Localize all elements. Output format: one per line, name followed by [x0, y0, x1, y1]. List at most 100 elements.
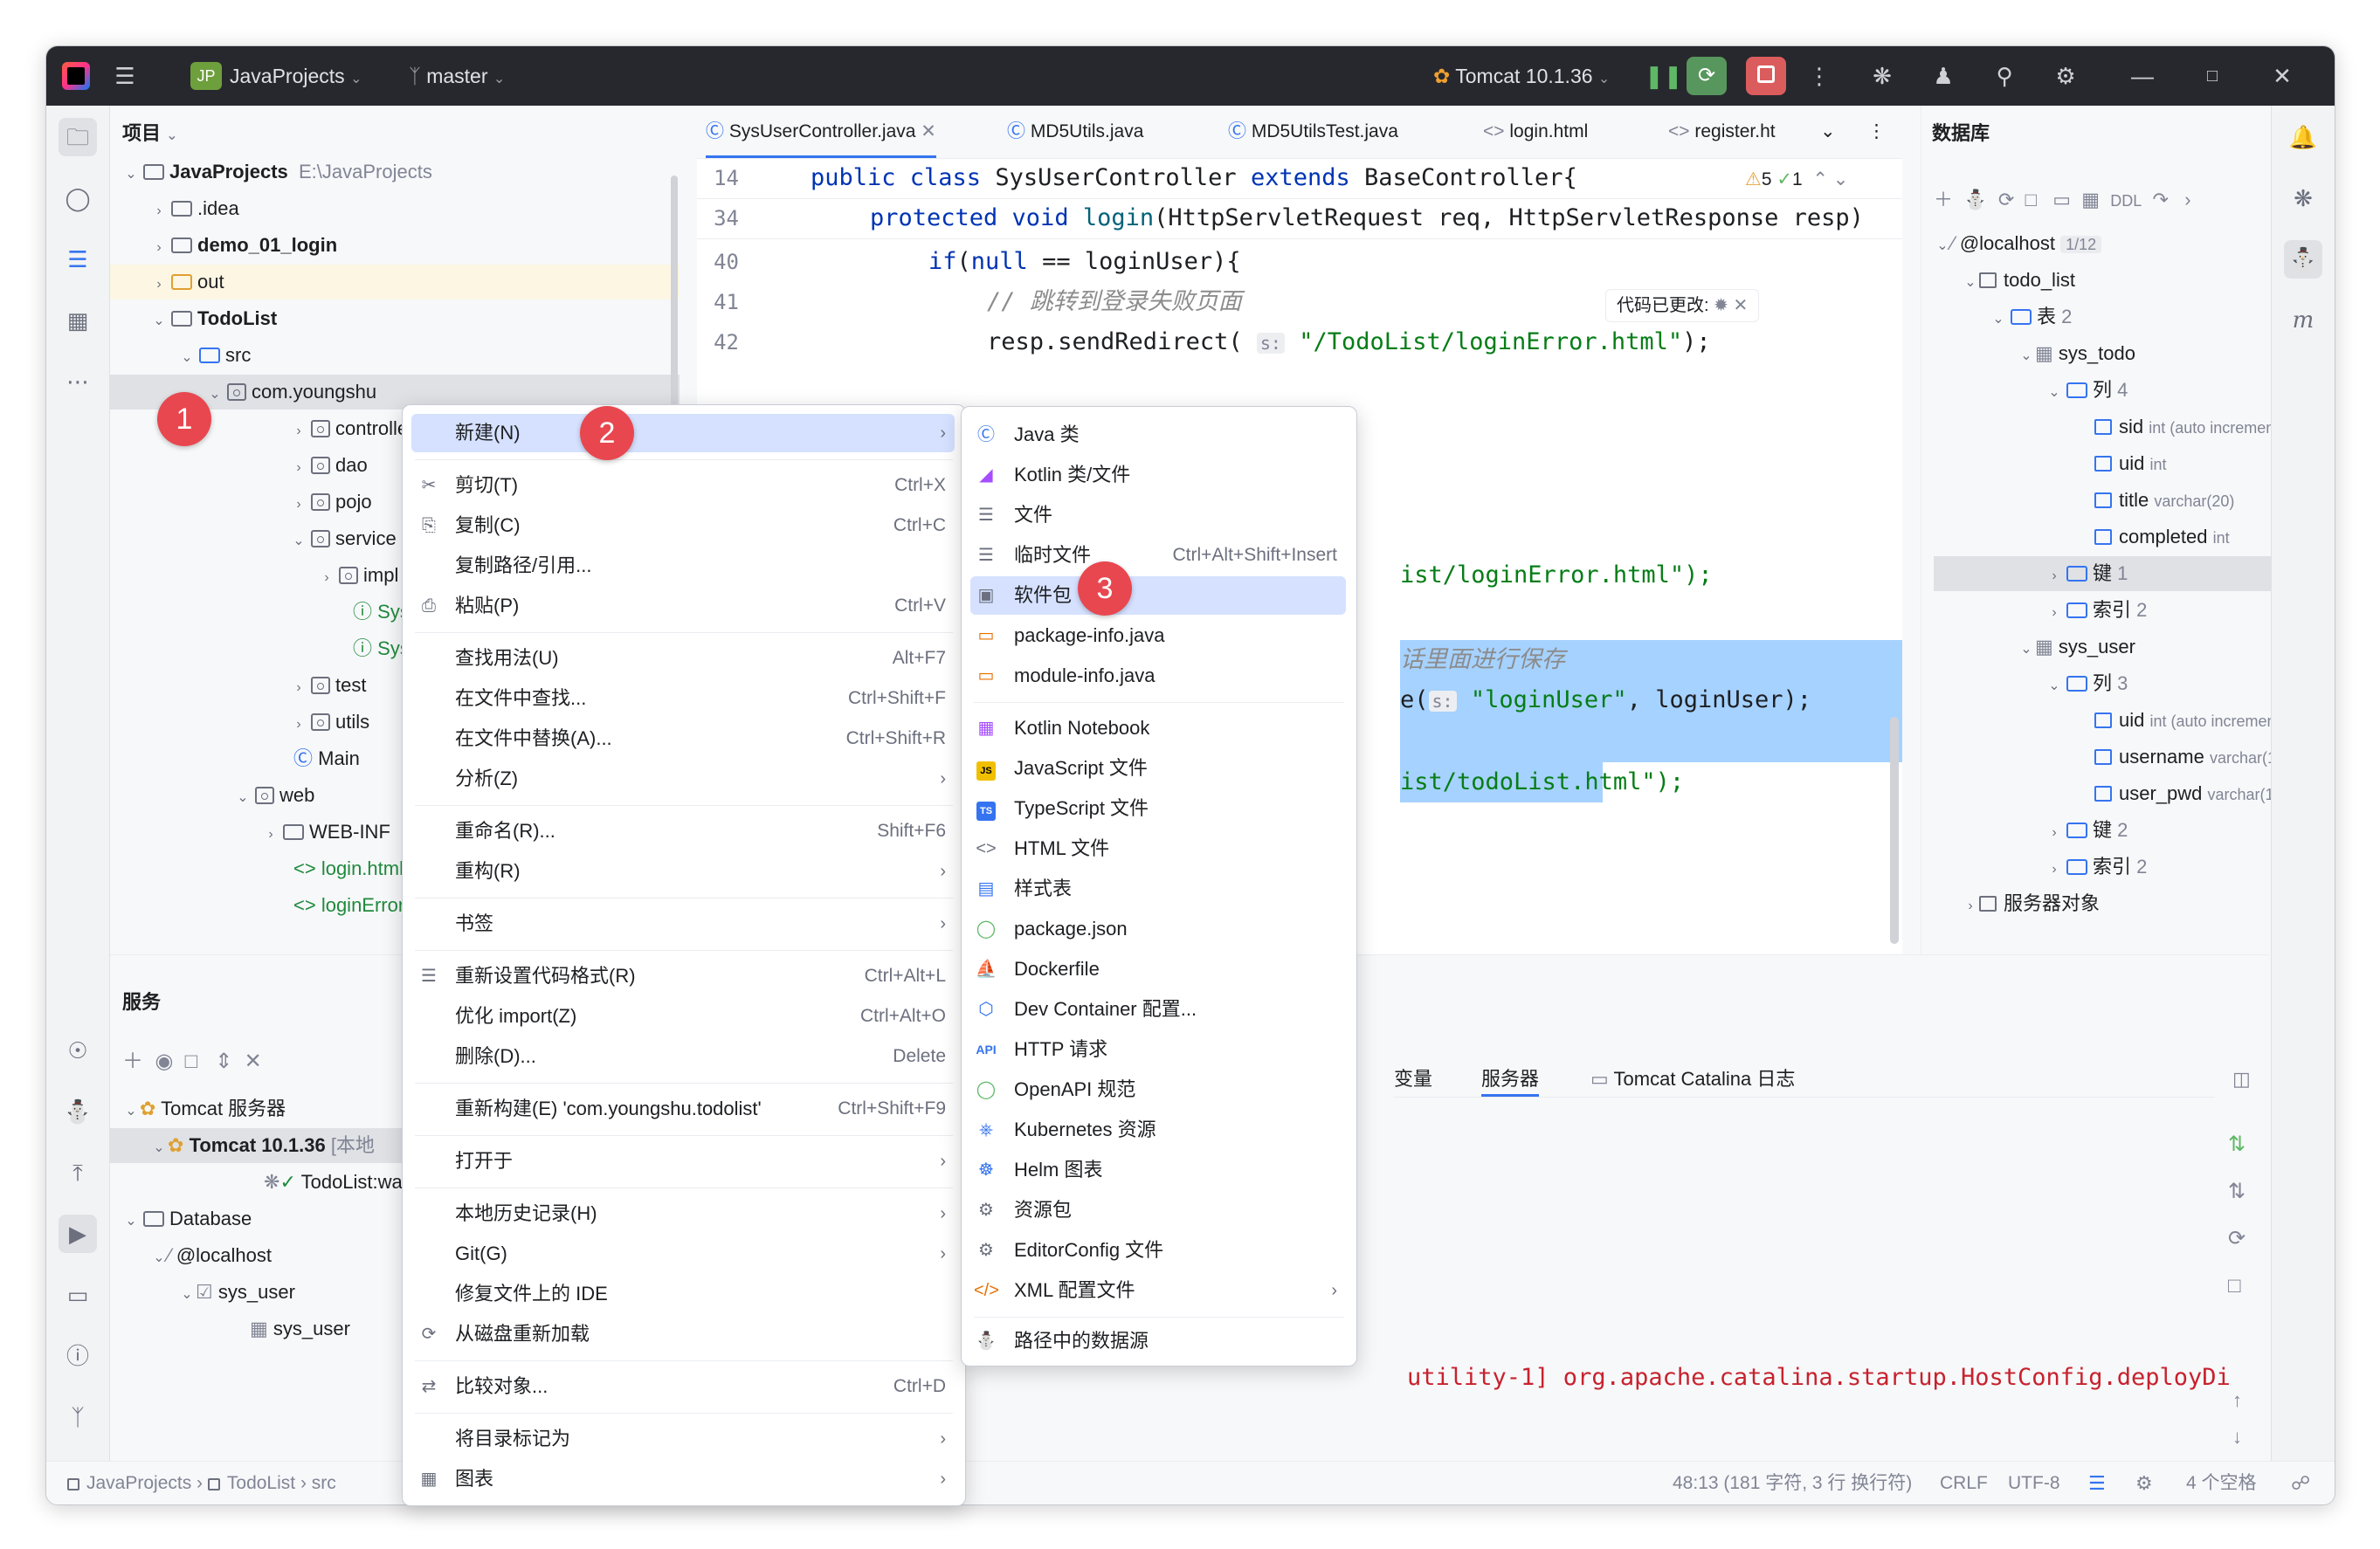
- menu-item-local-history[interactable]: 本地历史记录(H): [455, 1194, 597, 1233]
- problems-icon[interactable]: ⓘ: [59, 1337, 97, 1375]
- submenu-item-javascript[interactable]: JavaScript 文件: [1014, 749, 1148, 788]
- database-tool-icon[interactable]: ⛄: [2284, 240, 2322, 279]
- svc-tab-server[interactable]: 服务器: [1481, 1062, 1540, 1097]
- tree-item-demo01[interactable]: › demo_01_login: [150, 228, 337, 263]
- expand-all-icon[interactable]: ⇕: [215, 1050, 232, 1073]
- menu-item-rebuild[interactable]: 重新构建(E) 'com.youngshu.todolist': [455, 1090, 762, 1128]
- db-table-sys-todo[interactable]: ⌄ ▦ sys_todo: [2018, 336, 2135, 371]
- editor-scrollbar[interactable]: [1890, 717, 1899, 944]
- tree-item-todolist[interactable]: ⌄ TodoList: [150, 301, 277, 336]
- menu-item-refactor[interactable]: 重构(R): [455, 852, 521, 891]
- tree-item-login-html[interactable]: <> login.html: [293, 851, 404, 886]
- terminal-icon[interactable]: ▭: [59, 1276, 97, 1314]
- tree-item-test[interactable]: › test: [290, 668, 366, 703]
- code-fragment[interactable]: ist/todoList.html");: [1400, 762, 1684, 802]
- submenu-item-kotlin[interactable]: Kotlin 类/文件: [1014, 456, 1130, 494]
- tree-item-main[interactable]: Ⓒ Main: [293, 741, 360, 776]
- menu-item-copy[interactable]: 复制(C): [455, 506, 521, 545]
- code-fragment[interactable]: 话里面进行保存: [1400, 640, 1565, 680]
- submenu-item-html[interactable]: HTML 文件: [1014, 830, 1109, 868]
- table-icon[interactable]: ▦: [2081, 189, 2100, 210]
- db-column[interactable]: uid int: [2094, 446, 2167, 481]
- submenu-item-dockerfile[interactable]: Dockerfile: [1014, 950, 1100, 988]
- more-chevron-icon[interactable]: ›: [2184, 189, 2190, 210]
- read-only-lock-icon[interactable]: ☍: [2291, 1466, 2310, 1501]
- tree-item-impl[interactable]: › impl: [318, 558, 398, 593]
- submenu-item-typescript[interactable]: TypeScript 文件: [1014, 789, 1149, 828]
- scroll-up-icon[interactable]: ↑: [2232, 1383, 2242, 1418]
- menu-item-reformat[interactable]: 重新设置代码格式(R): [455, 957, 636, 995]
- tab-login-html[interactable]: <> login.html: [1483, 106, 1588, 158]
- code-line[interactable]: resp.sendRedirect( s: "/TodoList/loginEr…: [987, 322, 1711, 363]
- submenu-item-http-request[interactable]: HTTP 请求: [1014, 1030, 1107, 1069]
- tree-item-dao[interactable]: › dao: [290, 448, 367, 483]
- add-service-icon[interactable]: ＋: [122, 1050, 143, 1073]
- scroll-down-icon[interactable]: ↓: [2232, 1420, 2242, 1455]
- submenu-item-package[interactable]: 软件包: [1014, 576, 1072, 615]
- db-keys-folder[interactable]: › 键 2: [2045, 813, 2128, 848]
- tree-item-src[interactable]: ⌄ src: [178, 338, 251, 373]
- db-column[interactable]: completed int: [2094, 520, 2230, 554]
- db-columns-folder[interactable]: ⌄ 列 4: [2045, 373, 2128, 408]
- menu-item-copy-path[interactable]: 复制路径/引用...: [455, 547, 591, 585]
- tree-item-controller[interactable]: › controller: [290, 411, 414, 446]
- undeploy-icon[interactable]: ⇅: [2228, 1168, 2245, 1215]
- deploy-icon[interactable]: ⇅: [2228, 1121, 2245, 1168]
- open-browser-icon[interactable]: □: [2228, 1263, 2245, 1310]
- svc-artifact[interactable]: ❋✓ TodoList:war e: [264, 1165, 424, 1200]
- more-actions-icon[interactable]: ⋮: [1802, 59, 1837, 93]
- submenu-item-stylesheet[interactable]: 样式表: [1014, 870, 1072, 908]
- db-index-folder[interactable]: › 索引 2: [2045, 593, 2147, 628]
- submenu-item-helm[interactable]: Helm 图表: [1014, 1151, 1102, 1189]
- layout-toggle-icon[interactable]: ◫: [2232, 1062, 2251, 1097]
- settings-gear-icon[interactable]: ⚙: [2048, 59, 2083, 93]
- ai-chat-icon[interactable]: ❋: [2284, 179, 2322, 217]
- db-server-objects[interactable]: › 服务器对象: [1962, 886, 2100, 921]
- menu-item-compare[interactable]: 比较对象...: [455, 1367, 548, 1406]
- submenu-item-openapi[interactable]: OpenAPI 规范: [1014, 1071, 1135, 1109]
- branch-switcher[interactable]: ᛉ master ⌄: [409, 46, 505, 106]
- schema-icon[interactable]: □: [2025, 189, 2037, 210]
- submenu-item-resource-bundle[interactable]: 资源包: [1014, 1191, 1072, 1229]
- project-tool-icon[interactable]: 🗀: [59, 118, 97, 156]
- menu-item-mark-directory[interactable]: 将目录标记为: [455, 1420, 570, 1458]
- svc-tab-variables[interactable]: 变量: [1394, 1062, 1432, 1097]
- refresh-icon[interactable]: ⟳: [2228, 1215, 2245, 1263]
- tree-item-pojo[interactable]: › pojo: [290, 485, 371, 520]
- menu-item-git[interactable]: Git(G): [455, 1235, 507, 1273]
- svc-localhost[interactable]: ⌄ ⁄ @localhost: [150, 1238, 272, 1273]
- db-column[interactable]: uid int (auto increment): [2094, 703, 2286, 738]
- menu-item-rename[interactable]: 重命名(R)...: [455, 812, 555, 850]
- tree-item-service[interactable]: ⌄ service: [290, 521, 396, 556]
- add-icon[interactable]: ＋: [1934, 189, 1953, 210]
- pause-icon[interactable]: ❚❚: [1645, 59, 1683, 93]
- code-fragment[interactable]: ist/loginError.html");: [1400, 555, 1713, 596]
- jump-icon[interactable]: ↷: [2153, 189, 2169, 210]
- tree-item-utils[interactable]: › utils: [290, 705, 369, 740]
- main-menu-icon[interactable]: ☰: [107, 59, 142, 93]
- submenu-item-package-json[interactable]: package.json: [1014, 910, 1128, 948]
- svc-tab-catalina-log[interactable]: ▭ Tomcat Catalina 日志: [1590, 1062, 1795, 1097]
- inspection-widget[interactable]: ⚠5 ✓1 ⌃ ⌄: [1745, 162, 1848, 197]
- tab-sysusercontroller[interactable]: Ⓒ SysUserController.java ✕: [706, 106, 936, 158]
- file-encoding[interactable]: UTF-8: [2008, 1466, 2060, 1501]
- menu-item-delete[interactable]: 删除(D)...: [455, 1037, 536, 1076]
- ai-assistant-icon[interactable]: ❋: [1865, 59, 1900, 93]
- db-host[interactable]: ⌄ ⁄ @localhost 1/12: [1934, 226, 2102, 261]
- datasource-icon[interactable]: ⛄: [1963, 189, 1987, 210]
- code-fragment[interactable]: e(s: "loginUser", loginUser);: [1400, 680, 1811, 720]
- menu-item-find-in-files[interactable]: 在文件中查找...: [455, 679, 586, 718]
- db-index-folder[interactable]: › 索引 2: [2045, 850, 2147, 885]
- submenu-item-module-info[interactable]: module-info.java: [1014, 657, 1155, 695]
- menu-item-reload-from-disk[interactable]: 从磁盘重新加载: [455, 1315, 590, 1353]
- collapse-all-icon[interactable]: ✕: [245, 1050, 262, 1073]
- db-column[interactable]: username varchar(10): [2094, 740, 2290, 774]
- submenu-item-package-info[interactable]: package-info.java: [1014, 616, 1164, 655]
- menu-item-bookmarks[interactable]: 书签: [455, 905, 493, 943]
- menu-item-replace-in-files[interactable]: 在文件中替换(A)...: [455, 719, 612, 758]
- tab-md5utils[interactable]: Ⓒ MD5Utils.java: [1007, 106, 1143, 158]
- more-tools-icon[interactable]: ⋯: [59, 362, 97, 401]
- console-log-line[interactable]: utility-1] org.apache.catalina.startup.H…: [1407, 1360, 2231, 1395]
- console-icon[interactable]: ▭: [2052, 189, 2071, 210]
- run-config-selector[interactable]: ✿ Tomcat 10.1.36 ⌄: [1433, 46, 1610, 106]
